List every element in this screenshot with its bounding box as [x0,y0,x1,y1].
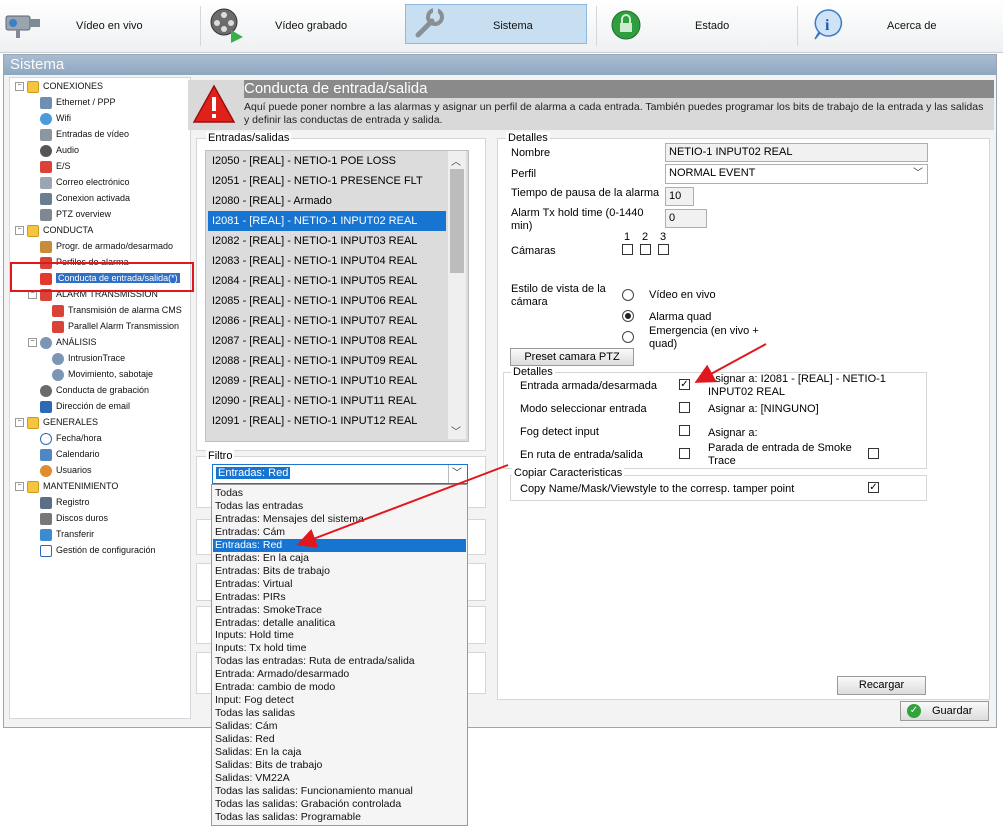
arrow-to-option [296,464,509,548]
arrow-to-checkbox [694,343,767,383]
annotation-arrows [296,343,767,548]
